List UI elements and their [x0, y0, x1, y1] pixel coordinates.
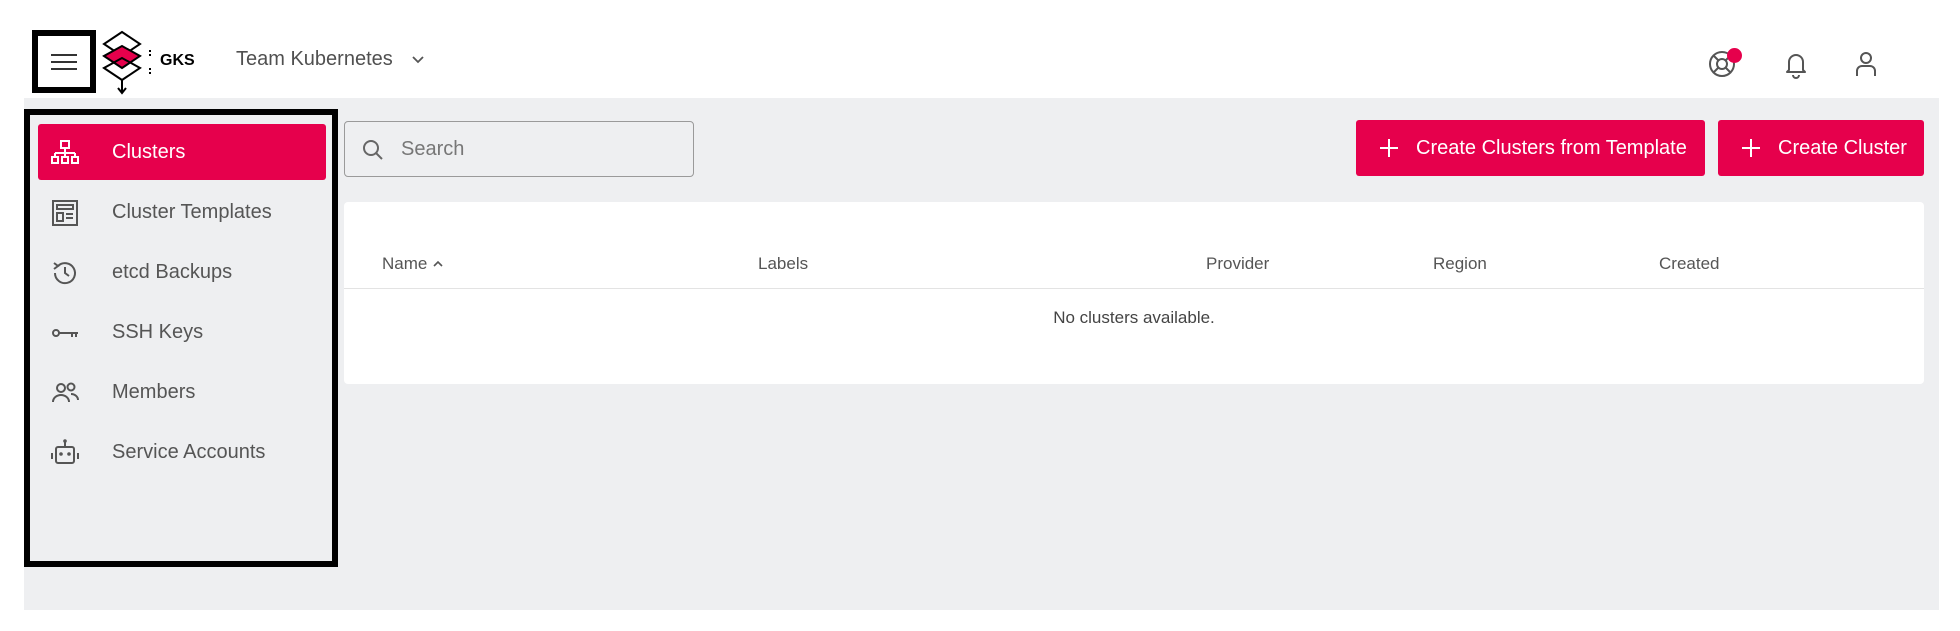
sidebar-item-members[interactable]: Members — [38, 364, 326, 420]
sitemap-icon — [50, 138, 80, 168]
notification-badge — [1727, 48, 1742, 63]
column-header-provider: Provider — [1206, 254, 1270, 273]
search-input[interactable] — [399, 132, 679, 166]
menu-toggle-button[interactable] — [32, 30, 96, 93]
button-label: Create Cluster — [1778, 136, 1907, 159]
sidebar-item-label: Service Accounts — [112, 440, 266, 463]
robot-icon — [50, 438, 80, 468]
plus-icon — [1380, 139, 1398, 157]
sidebar: Clusters Cluster Templates etcd Backups — [24, 109, 338, 567]
project-selector[interactable]: Team Kubernetes — [236, 48, 425, 71]
search-icon — [363, 140, 383, 160]
logo — [93, 30, 151, 95]
members-icon — [50, 378, 80, 408]
menu-icon — [51, 49, 77, 75]
sidebar-item-service-accounts[interactable]: Service Accounts — [38, 424, 326, 480]
sidebar-item-etcd-backups[interactable]: etcd Backups — [38, 244, 326, 300]
notifications-button[interactable] — [1778, 46, 1814, 82]
sidebar-item-label: Cluster Templates — [112, 200, 272, 223]
create-clusters-from-template-button[interactable]: Create Clusters from Template — [1356, 120, 1705, 176]
brand-name: GKS — [160, 52, 195, 69]
bell-icon — [1786, 54, 1806, 79]
sidebar-item-label: Members — [112, 380, 196, 403]
sidebar-item-label: SSH Keys — [112, 320, 204, 343]
column-header-created: Created — [1659, 254, 1720, 273]
top-header: GKS Team Kubernetes — [0, 0, 1960, 98]
account-button[interactable] — [1848, 46, 1884, 82]
sidebar-item-cluster-templates[interactable]: Cluster Templates — [38, 184, 326, 240]
template-icon — [50, 198, 80, 228]
sidebar-item-clusters[interactable]: Clusters — [38, 124, 326, 180]
sidebar-item-ssh-keys[interactable]: SSH Keys — [38, 304, 326, 360]
sidebar-item-label: etcd Backups — [112, 260, 233, 283]
button-label: Create Clusters from Template — [1416, 136, 1687, 159]
sort-ascending-icon — [433, 260, 443, 267]
key-icon — [50, 318, 80, 348]
sidebar-item-label: Clusters — [112, 140, 186, 163]
chevron-down-icon — [412, 55, 424, 63]
column-header-labels: Labels — [758, 254, 809, 273]
clusters-table: Name Labels Provider Region Created No c… — [344, 202, 1924, 384]
plus-icon — [1742, 139, 1760, 157]
column-header-name[interactable]: Name — [382, 254, 445, 274]
column-header-region: Region — [1433, 254, 1487, 273]
table-divider — [344, 288, 1924, 289]
account-icon — [1856, 52, 1876, 76]
project-name: Team Kubernetes — [236, 48, 393, 70]
history-icon — [50, 258, 80, 288]
create-cluster-button[interactable]: Create Cluster — [1718, 120, 1924, 176]
empty-state-message: No clusters available. — [1053, 308, 1215, 327]
search-box[interactable] — [344, 121, 694, 177]
